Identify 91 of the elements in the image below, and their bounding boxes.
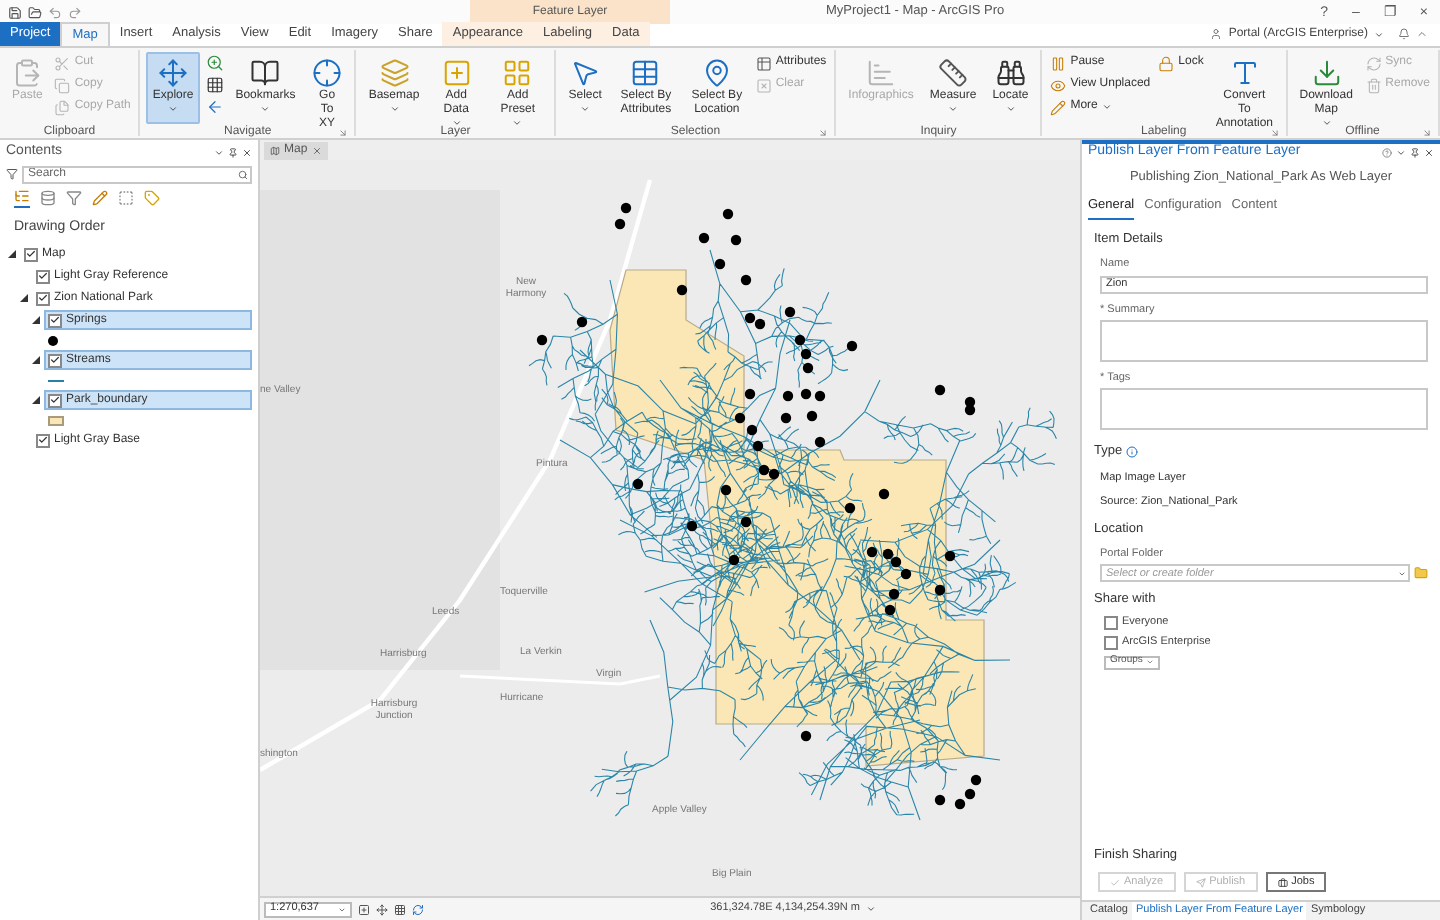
checkbox[interactable] [1104,635,1118,650]
sync-icon [1365,55,1382,71]
dialog-launcher-icon[interactable] [1269,127,1280,137]
polygon-symbol [48,415,64,425]
search-icon [238,169,248,179]
pin-icon [701,58,732,88]
navigation-button[interactable] [203,74,226,96]
files-icon [54,99,71,115]
list-icon[interactable] [14,188,30,204]
filter-icon[interactable] [6,168,18,180]
chart-icon [866,58,897,88]
caret-icon [389,104,400,114]
pencil-icon[interactable] [92,190,108,206]
checkbox[interactable] [48,313,62,327]
caret-icon [948,104,959,114]
redo-icon[interactable] [68,5,82,19]
undo-icon[interactable] [48,5,62,19]
pin-icon[interactable] [228,147,238,157]
save-icon[interactable] [8,5,22,19]
trash-icon [1365,77,1382,93]
send-icon [1195,877,1206,887]
pause-icon [1050,55,1067,71]
book-icon [250,58,281,88]
table-icon [755,55,772,71]
grid-icon[interactable] [394,903,406,915]
layers-icon [379,58,410,88]
caret-icon [168,104,179,114]
line-symbol [48,379,64,381]
expanded-triangle-icon[interactable] [31,316,39,324]
grid-icon [502,58,533,88]
pin-icon[interactable] [1410,147,1420,157]
copy-icon [54,77,71,93]
caret-icon [1321,118,1332,128]
checkbox[interactable] [48,353,62,367]
map-icon [270,146,280,156]
dialog-launcher-icon[interactable] [338,127,349,137]
tag-icon[interactable] [144,190,160,206]
caret-icon [512,118,523,128]
check-icon [1110,877,1120,887]
table-icon [630,58,661,88]
point-symbol [48,335,58,345]
expanded-triangle-icon[interactable] [31,396,39,404]
clipboard-icon [12,58,43,88]
caret-icon[interactable] [866,904,876,914]
caret-icon [451,118,462,128]
dialog-launcher-icon[interactable] [818,127,829,137]
info-icon[interactable] [1126,445,1139,458]
pencil-icon [1050,99,1067,115]
crosshair-icon [312,58,343,88]
ruler-icon [938,58,969,88]
caret-icon [1101,102,1112,112]
back-arrow-icon [205,98,224,116]
refresh-icon[interactable] [412,903,424,915]
caret-icon [580,104,591,114]
zoom-icon[interactable] [358,903,370,915]
grid-icon [205,76,224,94]
folder-icon[interactable] [28,5,42,19]
briefcase-icon [1277,877,1288,887]
lock-icon [1158,55,1175,71]
checkbox[interactable] [24,247,38,261]
dialog-launcher-icon[interactable] [1422,127,1432,137]
eye-icon [1050,77,1067,93]
caret-icon [1005,104,1016,114]
pane-menu-icon[interactable] [214,147,224,157]
pane-menu-icon[interactable] [1396,147,1406,157]
caret-icon[interactable] [1374,29,1384,39]
bell-icon[interactable] [1398,28,1410,40]
checkbox[interactable] [36,291,50,305]
four-arrows-icon[interactable] [376,903,388,915]
checkbox[interactable] [1104,615,1118,630]
download-icon [1311,58,1342,88]
add-square-icon [441,58,472,88]
expanded-triangle-icon[interactable] [31,356,39,364]
binoculars-icon [995,58,1026,88]
pointer-icon [570,58,601,88]
zoom-icon [205,54,224,72]
four-arrows-icon [158,58,189,88]
selection-icon[interactable] [118,190,134,206]
cylinder-icon[interactable] [40,190,56,206]
caret-icon [260,104,271,114]
text-icon [1229,58,1260,88]
help-icon[interactable] [1382,147,1392,157]
checkbox[interactable] [48,393,62,407]
checkbox[interactable] [36,269,50,283]
clear-icon [755,77,772,93]
scissors-icon [54,55,71,71]
user-icon [1210,28,1223,40]
checkbox[interactable] [36,433,50,447]
expanded-triangle-icon[interactable] [19,294,27,302]
funnel-icon[interactable] [66,190,82,206]
expanded-triangle-icon[interactable] [7,250,15,258]
